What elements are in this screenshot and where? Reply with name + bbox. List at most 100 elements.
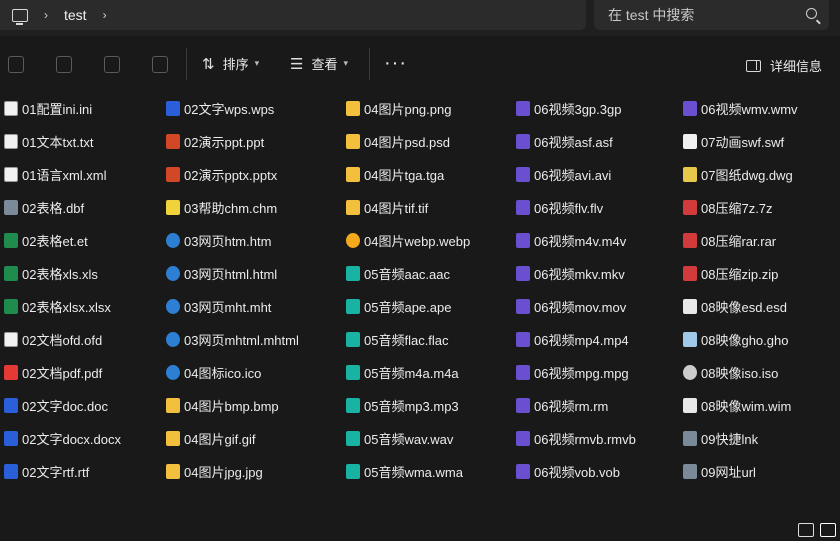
address-bar[interactable]: › test › — [0, 0, 586, 30]
file-item[interactable]: 04图片webp.webp — [346, 229, 470, 251]
file-item[interactable]: 04图片psd.psd — [346, 130, 450, 152]
file-item[interactable]: 03网页mht.mht — [166, 295, 271, 317]
file-item[interactable]: 05音频wma.wma — [346, 460, 463, 482]
file-item[interactable]: 06视频rm.rm — [516, 394, 608, 416]
list-view-icon[interactable] — [820, 523, 836, 537]
file-item[interactable]: 09快捷lnk — [683, 427, 758, 449]
sort-label: 排序 — [222, 57, 249, 72]
file-item[interactable]: 08压缩rar.rar — [683, 229, 776, 251]
file-item[interactable]: 02表格xlsx.xlsx — [4, 295, 111, 317]
file-item[interactable]: 02文字docx.docx — [4, 427, 121, 449]
file-item[interactable]: 07动画swf.swf — [683, 130, 784, 152]
aud-file-icon — [346, 364, 360, 380]
file-name: 02文字rtf.rtf — [22, 464, 90, 480]
file-item[interactable]: 07图纸dwg.dwg — [683, 163, 793, 185]
file-item[interactable]: 03帮助chm.chm — [166, 196, 277, 218]
file-item[interactable]: 05音频aac.aac — [346, 262, 450, 284]
file-item[interactable]: 06视频m4v.m4v — [516, 229, 626, 251]
file-item[interactable]: 02文字wps.wps — [166, 97, 274, 119]
ppt-file-icon — [166, 166, 180, 182]
file-name: 04图片gif.gif — [184, 431, 256, 447]
vid-file-icon — [516, 199, 530, 215]
more-options-button[interactable]: ··· — [384, 52, 407, 75]
file-name: 04图片png.png — [364, 101, 452, 117]
file-item[interactable]: 02演示ppt.ppt — [166, 130, 264, 152]
file-item[interactable]: 01语言xml.xml — [4, 163, 107, 185]
file-item[interactable]: 04图标ico.ico — [166, 361, 261, 383]
search-icon[interactable] — [806, 8, 817, 19]
file-item[interactable]: 04图片tga.tga — [346, 163, 444, 185]
file-item[interactable]: 08映像iso.iso — [683, 361, 778, 383]
vid-file-icon — [516, 232, 530, 248]
file-item[interactable]: 06视频vob.vob — [516, 460, 620, 482]
file-name: 04图片psd.psd — [364, 134, 450, 150]
address-bar-area: › test › 在 test 中搜索 — [0, 0, 840, 36]
file-name: 06视频flv.flv — [534, 200, 604, 216]
file-item[interactable]: 02文字rtf.rtf — [4, 460, 89, 482]
file-item[interactable]: 05音频flac.flac — [346, 328, 449, 350]
file-item[interactable]: 03网页html.html — [166, 262, 277, 284]
file-item[interactable]: 06视频mov.mov — [516, 295, 626, 317]
file-item[interactable]: 08映像gho.gho — [683, 328, 788, 350]
file-item[interactable]: 04图片tif.tif — [346, 196, 428, 218]
file-item[interactable]: 01配置ini.ini — [4, 97, 92, 119]
file-item[interactable]: 02表格xls.xls — [4, 262, 98, 284]
sort-button[interactable]: ⇅ 排序 ▾ — [202, 54, 259, 73]
file-item[interactable]: 03网页htm.htm — [166, 229, 271, 251]
file-item[interactable]: 02表格et.et — [4, 229, 88, 251]
sun-file-icon — [346, 232, 360, 248]
file-item[interactable]: 06视频asf.asf — [516, 130, 613, 152]
file-item[interactable]: 08压缩7z.7z — [683, 196, 773, 218]
file-item[interactable]: 08映像wim.wim — [683, 394, 791, 416]
file-item[interactable]: 01文本txt.txt — [4, 130, 94, 152]
file-name: 06视频rmvb.rmvb — [534, 431, 636, 447]
toolbar-divider — [369, 48, 370, 80]
view-button[interactable]: ☰ 查看 ▾ — [290, 54, 348, 73]
file-item[interactable]: 02文档pdf.pdf — [4, 361, 102, 383]
file-item[interactable]: 03网页mhtml.mhtml — [166, 328, 299, 350]
rename-icon[interactable] — [56, 56, 72, 73]
file-item[interactable]: 09网址url — [683, 460, 756, 482]
file-item[interactable]: 08映像esd.esd — [683, 295, 787, 317]
word-file-icon — [4, 463, 18, 479]
file-item[interactable]: 06视频avi.avi — [516, 163, 611, 185]
file-item[interactable]: 02演示pptx.pptx — [166, 163, 277, 185]
file-item[interactable]: 02文字doc.doc — [4, 394, 108, 416]
file-item[interactable]: 06视频wmv.wmv — [683, 97, 798, 119]
file-item[interactable]: 06视频mkv.mkv — [516, 262, 625, 284]
file-item[interactable]: 06视频rmvb.rmvb — [516, 427, 636, 449]
breadcrumb-folder[interactable]: test — [64, 7, 87, 23]
paste-icon[interactable] — [8, 56, 24, 73]
file-item[interactable]: 06视频mp4.mp4 — [516, 328, 629, 350]
file-name: 06视频mp4.mp4 — [534, 332, 629, 348]
delete-icon[interactable] — [152, 56, 168, 73]
details-view-icon[interactable] — [798, 523, 814, 537]
file-item[interactable]: 06视频3gp.3gp — [516, 97, 621, 119]
file-item[interactable]: 02表格.dbf — [4, 196, 84, 218]
file-item[interactable]: 05音频mp3.mp3 — [346, 394, 459, 416]
img-file-icon — [166, 397, 180, 413]
file-item[interactable]: 06视频mpg.mpg — [516, 361, 629, 383]
file-item[interactable]: 04图片jpg.jpg — [166, 460, 263, 482]
this-pc-icon[interactable] — [12, 8, 28, 25]
chevron-right-icon[interactable]: › — [103, 8, 107, 22]
file-item[interactable]: 05音频m4a.m4a — [346, 361, 459, 383]
details-pane-button[interactable]: 详细信息 — [746, 56, 822, 75]
file-item[interactable]: 05音频ape.ape — [346, 295, 451, 317]
zip-file-icon — [683, 232, 697, 248]
file-item[interactable]: 06视频flv.flv — [516, 196, 603, 218]
file-item[interactable]: 08压缩zip.zip — [683, 262, 778, 284]
file-item[interactable]: 04图片gif.gif — [166, 427, 256, 449]
search-box[interactable]: 在 test 中搜索 — [594, 0, 829, 30]
share-icon[interactable] — [104, 56, 120, 73]
file-item[interactable]: 04图片bmp.bmp — [166, 394, 279, 416]
grey-file-icon — [4, 199, 18, 215]
file-name: 03网页mhtml.mhtml — [184, 332, 299, 348]
file-name: 06视频3gp.3gp — [534, 101, 622, 117]
vid-file-icon — [516, 331, 530, 347]
file-name: 05音频mp3.mp3 — [364, 398, 459, 414]
file-item[interactable]: 05音频wav.wav — [346, 427, 453, 449]
file-item[interactable]: 02文档ofd.ofd — [4, 328, 102, 350]
chevron-right-icon[interactable]: › — [44, 8, 48, 22]
file-item[interactable]: 04图片png.png — [346, 97, 451, 119]
